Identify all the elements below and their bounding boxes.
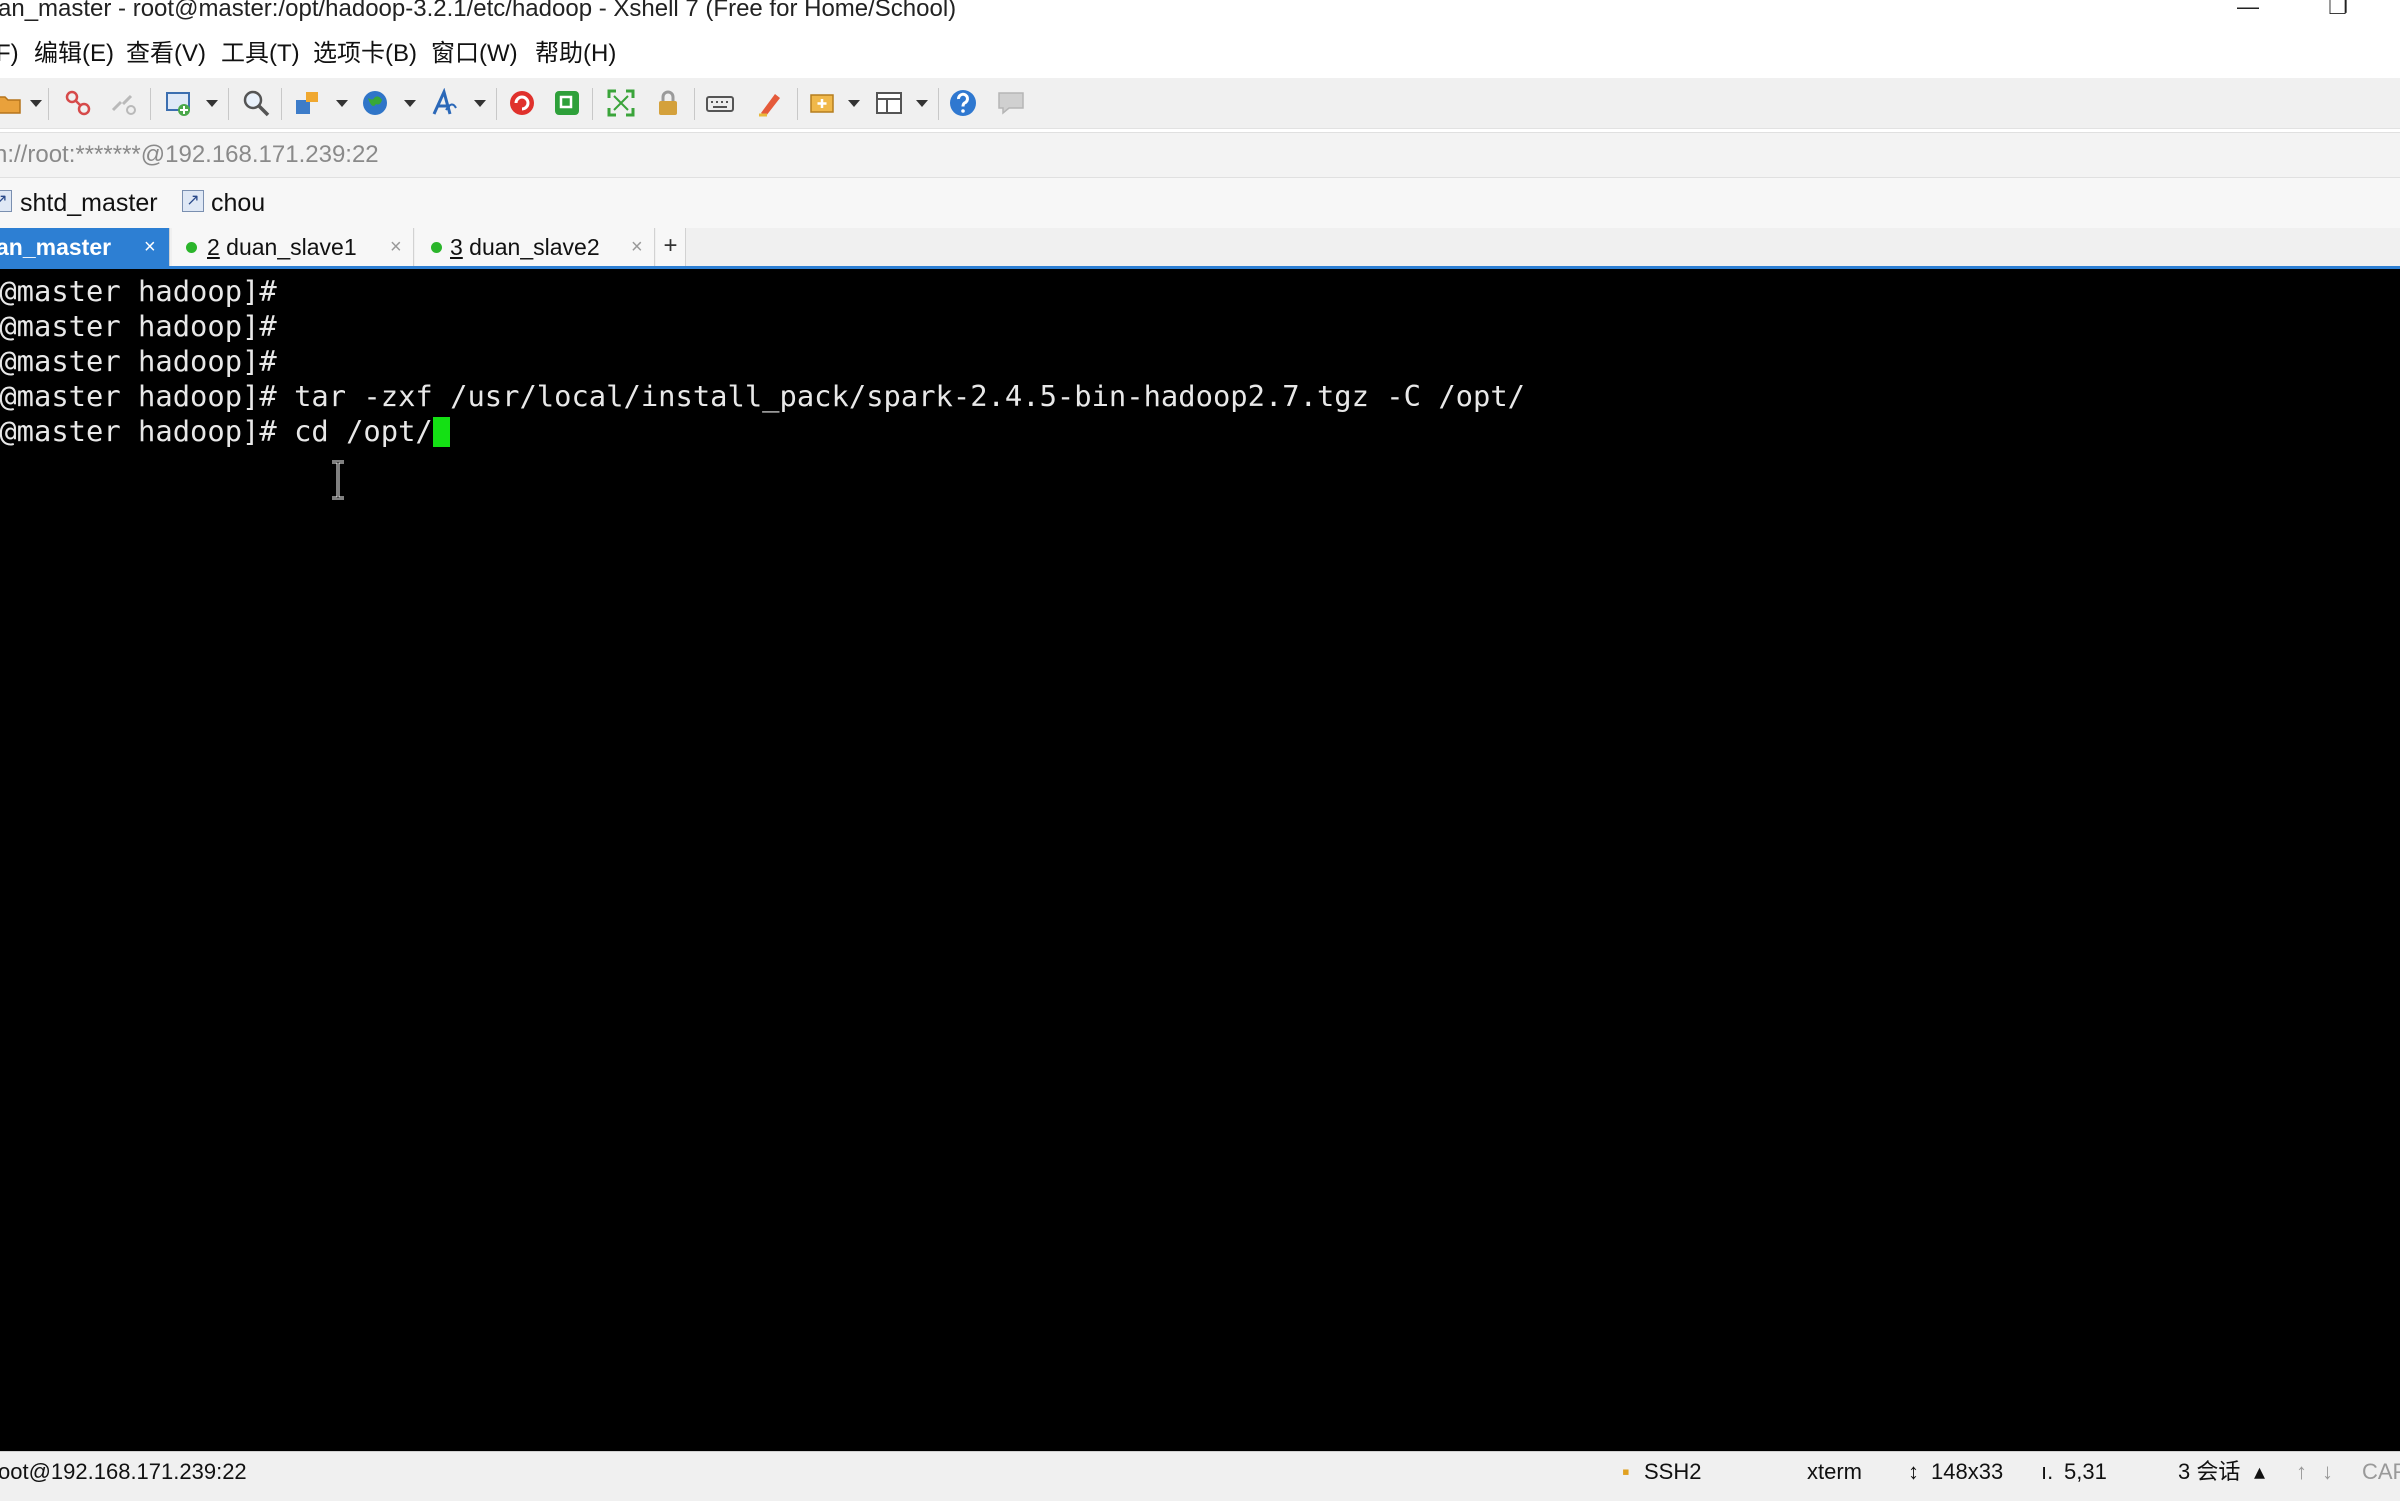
address-value[interactable]: h://root:*******@192.168.171.239:22: [0, 133, 379, 177]
text-cursor-icon: [332, 460, 344, 500]
window-title: an_master - root@master:/opt/hadoop-3.2.…: [0, 0, 957, 22]
font-icon[interactable]: [430, 88, 460, 118]
menu-view[interactable]: 查看(V): [126, 30, 206, 78]
fullscreen-icon[interactable]: [606, 88, 636, 118]
new-session-icon[interactable]: [164, 88, 194, 118]
connected-status-icon: [431, 242, 442, 253]
menu-help[interactable]: 帮助(H): [535, 30, 616, 78]
toolbar-divider: [48, 88, 49, 120]
find-icon[interactable]: [241, 88, 271, 118]
link-chou[interactable]: chou: [211, 178, 265, 228]
shortcut-icon: ↗: [182, 190, 204, 212]
tab-number: 2: [207, 234, 220, 260]
toolbar-divider: [281, 88, 282, 120]
shortcut-icon: ↗: [0, 190, 12, 212]
status-cursor-pos: 5,31: [2064, 1459, 2107, 1484]
address-bar[interactable]: h://root:*******@192.168.171.239:22: [0, 132, 2400, 178]
status-bar: oot@192.168.171.239:22 ▪ SSH2 xterm ↕ 14…: [0, 1451, 2400, 1501]
close-icon[interactable]: ×: [631, 228, 643, 266]
layout-icon[interactable]: [874, 88, 904, 118]
title-bar: an_master - root@master:/opt/hadoop-3.2.…: [0, 0, 2400, 30]
chevron-down-icon[interactable]: [30, 100, 42, 107]
status-protocol: SSH2: [1644, 1459, 1702, 1484]
toolbar-divider: [228, 88, 229, 120]
links-bar: ↗ shtd_master ↗ chou: [0, 178, 2400, 228]
menu-tabs[interactable]: 选项卡(B): [313, 30, 417, 78]
terminal-command: t@master hadoop]# cd /opt/: [0, 414, 433, 448]
toolbar-divider: [694, 88, 695, 120]
cursor-position-icon: ı.: [2041, 1459, 2054, 1484]
chevron-down-icon[interactable]: [474, 100, 486, 107]
chevron-down-icon[interactable]: [206, 100, 218, 107]
new-tab-button[interactable]: +: [656, 228, 686, 266]
toolbar-divider: [938, 88, 939, 120]
toolbar-divider: [496, 88, 497, 120]
terminal-line: t@master hadoop]#: [0, 309, 277, 343]
terminal-line: t@master hadoop]#: [0, 344, 277, 378]
status-size: 148x33: [1931, 1459, 2004, 1484]
ssh-lock-icon: ▪: [1622, 1459, 1630, 1484]
status-sessions[interactable]: 3 会话: [2178, 1452, 2240, 1492]
terminal-line: t@master hadoop]# tar -zxf /usr/local/in…: [0, 379, 1526, 413]
menu-bar: F) 编辑(E) 查看(V) 工具(T) 选项卡(B) 窗口(W) 帮助(H): [0, 30, 2400, 78]
menu-tools[interactable]: 工具(T): [221, 30, 300, 78]
tab-label: duan_slave1: [219, 234, 357, 260]
chevron-down-icon[interactable]: [404, 100, 416, 107]
resize-icon: ↕: [1908, 1459, 1919, 1484]
reconnect-icon[interactable]: [109, 88, 139, 118]
globe-icon[interactable]: [360, 88, 390, 118]
chevron-down-icon[interactable]: [916, 100, 928, 107]
toolbar-divider: [150, 88, 151, 120]
menu-edit[interactable]: 编辑(E): [34, 30, 114, 78]
status-connection: oot@192.168.171.239:22: [0, 1459, 247, 1484]
status-terminal-type: xterm: [1807, 1459, 1862, 1484]
keyboard-icon[interactable]: [705, 88, 735, 118]
arrow-down-icon[interactable]: ↓: [2322, 1452, 2333, 1492]
lock-icon[interactable]: [653, 88, 683, 118]
toolbar-divider: [797, 88, 798, 120]
chevron-up-icon[interactable]: ▴: [2254, 1452, 2265, 1492]
terminal-area[interactable]: t@master hadoop]# t@master hadoop]# t@ma…: [0, 269, 2400, 1451]
arrow-up-icon[interactable]: ↑: [2296, 1452, 2307, 1492]
open-folder-icon[interactable]: [0, 88, 24, 118]
tab-duan-slave1[interactable]: 2 duan_slave1 ×: [172, 228, 414, 266]
terminal-cursor: [432, 417, 450, 447]
restore-button[interactable]: ❐: [2308, 0, 2368, 26]
highlight-icon[interactable]: [755, 88, 785, 118]
help-icon[interactable]: [948, 88, 978, 118]
compose-icon[interactable]: [808, 88, 838, 118]
terminal-input-line[interactable]: t@master hadoop]# cd /opt/: [0, 414, 450, 448]
chevron-down-icon[interactable]: [848, 100, 860, 107]
chevron-down-icon[interactable]: [336, 100, 348, 107]
close-icon[interactable]: ×: [390, 228, 402, 266]
tab-duan-slave2[interactable]: 3 duan_slave2 ×: [415, 228, 655, 266]
session-tab-bar: an_master × 2 duan_slave1 × 3 duan_slave…: [0, 228, 2400, 269]
tab-duan-master[interactable]: an_master ×: [0, 228, 170, 266]
tab-number: 3: [450, 234, 463, 260]
xftp-icon[interactable]: [507, 88, 537, 118]
xmanager-icon[interactable]: [552, 88, 582, 118]
tab-label: duan_slave2: [462, 234, 600, 260]
connected-status-icon: [186, 242, 197, 253]
tab-label: an_master: [0, 234, 112, 260]
link-shtd-master[interactable]: shtd_master: [20, 178, 158, 228]
menu-window[interactable]: 窗口(W): [431, 30, 518, 78]
close-icon[interactable]: ×: [144, 228, 156, 266]
minimize-button[interactable]: —: [2218, 0, 2278, 26]
disconnect-icon[interactable]: [63, 88, 93, 118]
toolbar: [0, 78, 2400, 129]
transfer-icon[interactable]: [293, 88, 323, 118]
terminal-line: t@master hadoop]#: [0, 274, 277, 308]
chat-icon[interactable]: [996, 88, 1026, 118]
menu-file[interactable]: F): [0, 30, 19, 78]
status-caps: CAP: [2362, 1459, 2400, 1484]
toolbar-divider: [592, 88, 593, 120]
